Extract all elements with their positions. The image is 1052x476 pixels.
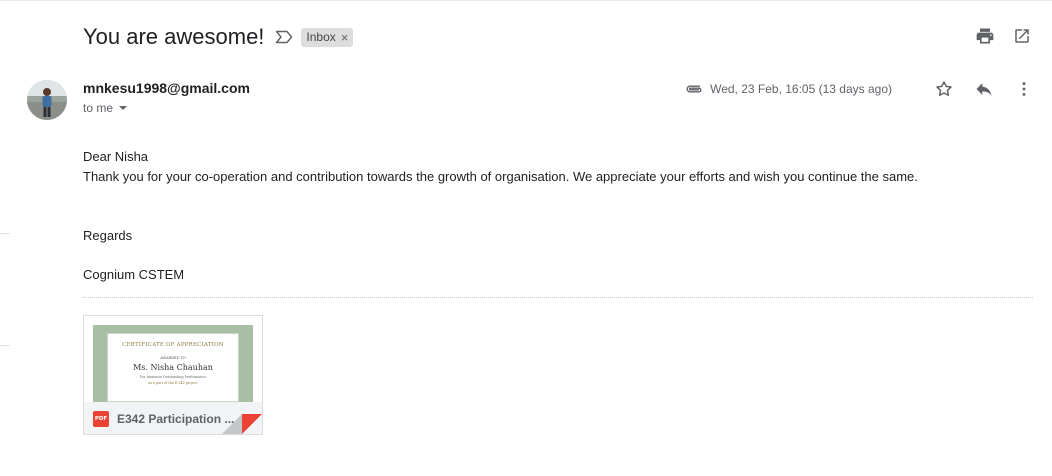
body-closing: Regards bbox=[83, 228, 133, 243]
sender-avatar[interactable] bbox=[27, 80, 67, 120]
certificate-awarded-to: AWARDED TO bbox=[160, 356, 186, 360]
message-meta: Wed, 23 Feb, 16:05 (13 days ago) bbox=[684, 78, 1034, 100]
email-subject: You are awesome! bbox=[83, 24, 265, 49]
pdf-file-icon: PDF bbox=[93, 410, 109, 427]
subject-row: You are awesome! Inbox × bbox=[83, 22, 354, 52]
recipient-label: to me bbox=[83, 101, 114, 115]
left-edge-tick bbox=[0, 233, 10, 234]
message-date[interactable]: Wed, 23 Feb, 16:05 (13 days ago) bbox=[710, 82, 892, 96]
certificate-line: as a part of the E-342 project bbox=[148, 381, 198, 385]
page-fold-icon bbox=[222, 414, 262, 434]
top-divider bbox=[0, 0, 1052, 1]
certificate-recipient: Ms. Nisha Chauhan bbox=[133, 363, 213, 372]
remove-label-icon[interactable]: × bbox=[341, 31, 349, 44]
thread-actions bbox=[975, 26, 1032, 46]
body-signature: Cognium CSTEM bbox=[83, 267, 185, 282]
star-icon[interactable] bbox=[934, 79, 954, 99]
attachment-filename: E342 Participation ... bbox=[117, 411, 235, 426]
certificate-border: CERTIFICATE OF APPRECIATION AWARDED TO M… bbox=[93, 325, 253, 402]
certificate-page: CERTIFICATE OF APPRECIATION AWARDED TO M… bbox=[107, 333, 239, 402]
importance-marker-icon[interactable] bbox=[275, 30, 293, 44]
certificate-title: CERTIFICATE OF APPRECIATION bbox=[122, 342, 224, 348]
more-vertical-icon[interactable] bbox=[1014, 79, 1034, 99]
print-icon[interactable] bbox=[975, 26, 995, 46]
left-edge-tick bbox=[0, 345, 10, 346]
certificate-line: For Immense Outstanding Performance bbox=[139, 375, 207, 379]
recipient-toggle[interactable]: to me bbox=[83, 101, 128, 115]
open-in-new-window-icon[interactable] bbox=[1012, 26, 1032, 46]
attachments-divider bbox=[83, 297, 1033, 298]
reply-icon[interactable] bbox=[974, 79, 994, 99]
body-greeting: Dear Nisha bbox=[83, 149, 149, 164]
inbox-label-chip[interactable]: Inbox × bbox=[301, 27, 354, 47]
body-paragraph: Thank you for your co-operation and cont… bbox=[83, 169, 918, 184]
label-text: Inbox bbox=[306, 30, 336, 44]
sender-email[interactable]: mnkesu1998@gmail.com bbox=[83, 80, 250, 96]
attachment-card[interactable]: CERTIFICATE OF APPRECIATION AWARDED TO M… bbox=[83, 315, 263, 435]
chevron-down-icon bbox=[119, 106, 128, 110]
paperclip-icon bbox=[684, 82, 704, 96]
attachment-thumbnail: CERTIFICATE OF APPRECIATION AWARDED TO M… bbox=[84, 316, 262, 402]
